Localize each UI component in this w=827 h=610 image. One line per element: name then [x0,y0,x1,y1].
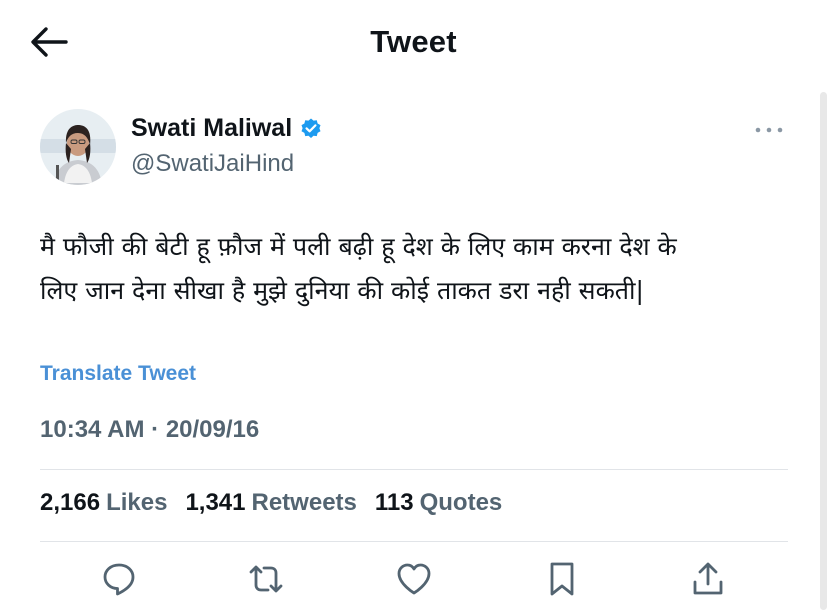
author-name-row[interactable]: Swati Maliwal [131,114,323,143]
avatar[interactable] [40,109,116,185]
divider [40,541,788,542]
retweets-count: 1,341 [185,489,246,516]
tweet-timestamp[interactable]: 10:34 AM · 20/09/16 [40,416,259,444]
share-button[interactable] [689,560,729,600]
retweet-button[interactable] [247,560,287,600]
verified-badge-icon [301,118,321,138]
like-button[interactable] [395,560,435,600]
likes-stat[interactable]: 2,166 Likes [40,489,167,517]
retweets-stat[interactable]: 1,341 Retweets [185,489,356,517]
tweet-text-line: मै फौजी की बेटी हू फ़ौज में पली बढ़ी हू … [40,232,677,261]
tweet-text: मै फौजी की बेटी हू फ़ौज में पली बढ़ी हू … [40,225,800,313]
heart-icon [397,563,431,595]
top-bar: Tweet [0,0,827,88]
engagement-stats: 2,166 Likes 1,341 Retweets 113 Quotes [40,489,502,517]
more-options-button[interactable] [751,120,787,140]
bookmark-icon [550,562,574,596]
scrollbar[interactable] [820,92,827,610]
quotes-count: 113 [374,489,414,516]
author-handle[interactable]: @SwatiJaiHind [131,150,294,178]
retweet-icon [249,565,283,593]
quotes-stat[interactable]: 113 Quotes [375,489,502,517]
page-title: Tweet [370,24,457,59]
reply-icon [103,563,135,596]
more-icon [755,127,783,133]
divider [40,469,788,470]
likes-label: Likes [106,489,168,516]
quotes-label: Quotes [419,489,503,516]
share-icon [693,562,723,595]
retweets-label: Retweets [251,489,357,516]
reply-button[interactable] [100,560,140,600]
bookmark-button[interactable] [543,560,583,600]
author-name[interactable]: Swati Maliwal [131,114,292,143]
tweet-actions-bar [0,560,827,606]
translate-tweet-link[interactable]: Translate Tweet [40,362,196,386]
tweet-text-line: लिए जान देना सीखा है मुझे दुनिया की कोई … [40,276,644,305]
likes-count: 2,166 [40,489,101,516]
